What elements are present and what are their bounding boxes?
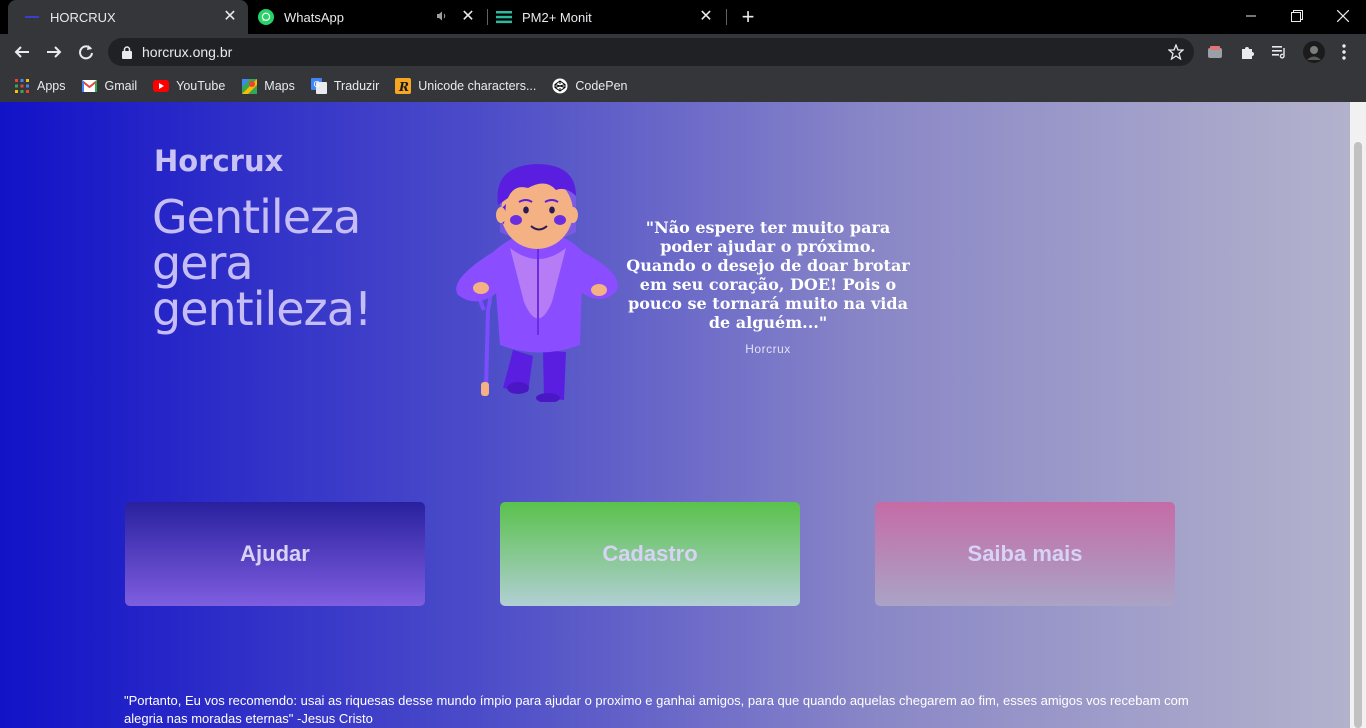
tab-horcrux[interactable]: HORCRUX ✕ [8,0,248,34]
bookmark-translate[interactable]: G Traduzir [310,78,380,94]
svg-text:G: G [313,80,319,89]
hero-quote: "Não espere ter muito para poder ajudar … [626,218,910,332]
tab-strip: HORCRUX ✕ WhatsApp ✕ PM2+ Monit ✕ + [0,0,1366,34]
bookmark-maps[interactable]: Maps [241,78,295,94]
bookmark-label: YouTube [176,79,226,93]
hero-headline: Gentileza gera gentileza! [152,190,372,336]
maps-icon [241,78,257,94]
bookmark-label: Maps [264,79,295,93]
page-scrollbar[interactable] [1350,102,1366,728]
tab-separator [726,9,727,25]
bookmark-star-icon[interactable] [1167,43,1185,61]
close-tab-icon[interactable]: ✕ [222,9,238,25]
register-button[interactable]: Cadastro [500,502,800,606]
learn-more-button[interactable]: Saiba mais [875,502,1175,606]
profile-avatar[interactable] [1302,40,1326,64]
close-tab-icon[interactable]: ✕ [460,9,476,25]
bookmark-youtube[interactable]: YouTube [153,78,225,94]
help-button[interactable]: Ajudar [125,502,425,606]
unicode-icon: R [395,78,412,94]
horcrux-favicon [24,9,40,25]
pm2-icon [496,9,512,25]
bookmarks-bar: Apps Gmail YouTube Maps G Traduzir R Uni… [0,70,1366,102]
bookmark-label: Apps [37,79,66,93]
page-content: Horcrux Gentileza gera gentileza! "Não e… [0,102,1350,728]
menu-kebab-icon[interactable] [1334,42,1354,62]
tab-pm2[interactable]: PM2+ Monit ✕ [488,0,724,34]
tab-title: HORCRUX [50,9,116,25]
bookmark-unicode[interactable]: R Unicode characters... [395,78,536,94]
quote-author: Horcrux [745,342,791,356]
youtube-icon [153,78,170,94]
browser-toolbar: horcrux.ong.br [0,34,1366,70]
back-button[interactable] [8,38,36,66]
reload-button[interactable] [72,38,100,66]
bookmark-codepen[interactable]: CodePen [552,78,627,94]
lock-icon[interactable] [120,45,134,59]
restore-button[interactable] [1274,0,1320,32]
bookmark-label: Unicode characters... [418,79,537,93]
extensions-puzzle-icon[interactable] [1238,42,1258,62]
tab-whatsapp[interactable]: WhatsApp ✕ [250,0,486,34]
close-tab-icon[interactable]: ✕ [698,9,714,25]
codepen-icon [552,78,568,94]
new-tab-button[interactable]: + [736,5,760,29]
url-text[interactable]: horcrux.ong.br [142,44,232,60]
address-bar[interactable]: horcrux.ong.br [108,38,1194,66]
bookmark-label: Gmail [104,79,138,93]
apps-grid-icon [14,78,30,94]
scrollbar-thumb[interactable] [1354,142,1362,728]
tab-title: WhatsApp [284,9,344,25]
bookmark-label: Traduzir [333,79,380,93]
bookmark-apps[interactable]: Apps [14,78,66,94]
gmail-icon [82,78,98,94]
close-window-button[interactable] [1320,0,1366,32]
footer-quote: "Portanto, Eu vos recomendo: usai as riq… [124,693,1189,726]
translate-icon: G [310,78,327,94]
media-control-icon[interactable] [1270,42,1290,62]
character-illustration [448,160,623,403]
tab-title: PM2+ Monit [522,9,592,25]
whatsapp-icon [258,9,274,25]
bookmark-label: CodePen [575,79,628,93]
minimize-button[interactable] [1228,0,1274,32]
bookmark-gmail[interactable]: Gmail [82,78,138,94]
svg-text:R: R [398,80,409,94]
speaker-icon[interactable] [436,10,448,25]
site-brand[interactable]: Horcrux [154,144,283,178]
extension-icon[interactable] [1205,42,1225,62]
forward-button[interactable] [40,38,68,66]
